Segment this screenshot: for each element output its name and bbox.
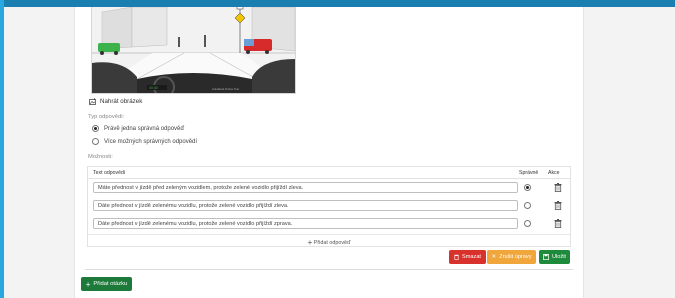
trash-icon[interactable]	[554, 201, 562, 210]
dashboard-clock: 00:40	[149, 86, 158, 90]
left-accent-bar	[0, 0, 4, 298]
image-upload-icon	[89, 98, 96, 105]
header-action: Akce	[548, 170, 560, 176]
answer-type-multiple-label: Více možných správných odpovědí	[104, 138, 198, 145]
header-correct: Správně	[519, 170, 539, 176]
answer-type-single-label: Právě jedna správná odpověď	[104, 125, 185, 132]
plus-icon: +	[307, 238, 313, 247]
trash-icon[interactable]	[554, 219, 562, 228]
radio-single[interactable]	[92, 125, 99, 132]
undo-changes-button[interactable]: ✕ Zrušit úpravy	[487, 250, 536, 264]
delete-button[interactable]: Smazat	[449, 250, 486, 264]
answers-table-header: Text odpovědi Správně Akce	[88, 167, 570, 179]
close-icon: ✕	[491, 254, 497, 260]
add-answer-label: Přidat odpověď	[313, 240, 351, 246]
add-question-button[interactable]: + Přidat otázku	[81, 277, 132, 291]
answer-type-label: Typ odpovědi:	[88, 114, 125, 120]
upload-image-button[interactable]: Nahrát obrázek	[89, 98, 142, 105]
delete-label: Smazat	[462, 254, 481, 260]
table-row: Dáte přednost v jízdě zelenému vozidlu, …	[88, 198, 570, 214]
editor-panel: 00:40 Autoškola Online Test Nahrát obráz…	[74, 7, 584, 298]
save-button[interactable]: Uložit	[539, 250, 570, 264]
top-bar	[0, 0, 675, 7]
answer-input[interactable]: Dáte přednost v jízdě zelenému vozidlu, …	[93, 218, 518, 229]
trash-icon	[454, 254, 459, 260]
upload-image-label: Nahrát obrázek	[100, 98, 143, 105]
header-answer-text: Text odpovědi	[93, 170, 126, 176]
answer-input[interactable]: Dáte přednost v jízdě zelenému vozidlu, …	[93, 200, 518, 211]
correct-radio[interactable]	[524, 220, 531, 227]
floppy-disk-icon	[543, 254, 549, 260]
question-image: 00:40 Autoškola Online Test	[91, 7, 296, 94]
answer-type-multiple[interactable]: Více možných správných odpovědí	[92, 138, 197, 145]
answers-table: Text odpovědi Správně Akce Máte přednost…	[87, 166, 571, 247]
correct-radio[interactable]	[524, 184, 531, 191]
table-row: Máte přednost v jízdě před zeleným vozid…	[88, 180, 570, 196]
options-label: Možnosti:	[88, 154, 113, 160]
undo-label: Zrušit úpravy	[499, 254, 532, 260]
radio-multiple[interactable]	[92, 138, 99, 145]
table-row: Dáte přednost v jízdě zelenému vozidlu, …	[88, 216, 570, 232]
trash-icon[interactable]	[554, 183, 562, 192]
answer-input[interactable]: Máte přednost v jízdě před zeleným vozid…	[93, 182, 518, 193]
answer-type-single[interactable]: Právě jedna správná odpověď	[92, 125, 184, 132]
add-question-label: Přidat otázku	[93, 281, 128, 287]
question-card: 00:40 Autoškola Online Test Nahrát obráz…	[85, 7, 573, 270]
save-label: Uložit	[552, 254, 566, 260]
plus-icon: +	[85, 279, 91, 289]
image-watermark: Autoškola Online Test	[212, 87, 239, 91]
add-answer-button[interactable]: + Přidat odpověď	[88, 234, 570, 247]
correct-radio[interactable]	[524, 202, 531, 209]
